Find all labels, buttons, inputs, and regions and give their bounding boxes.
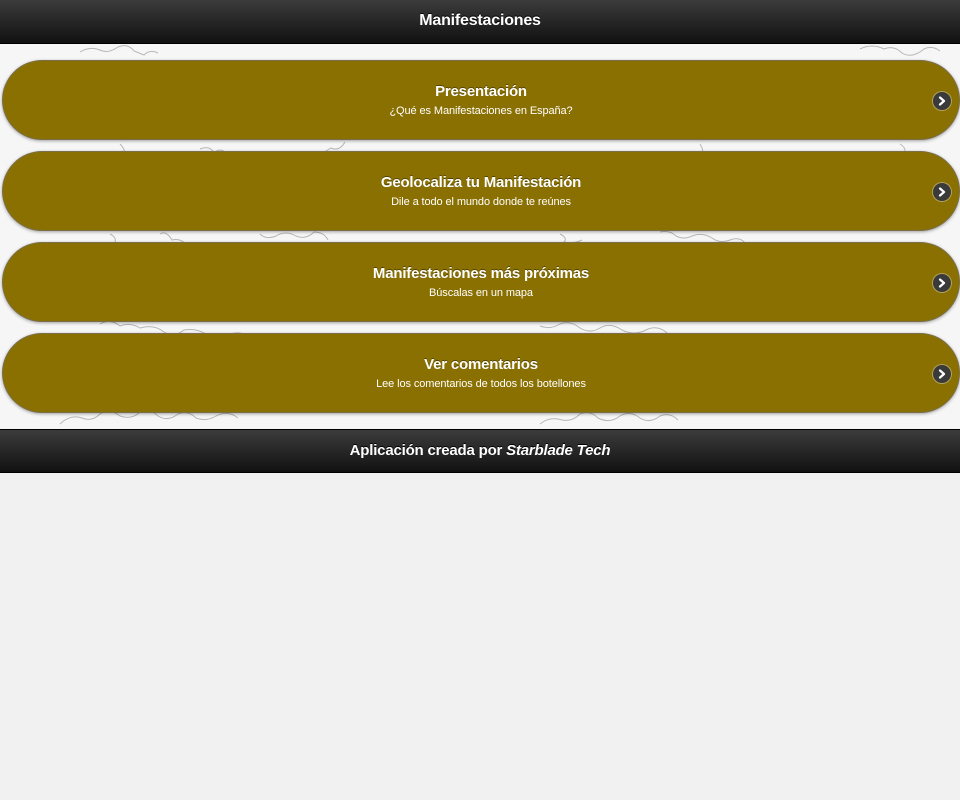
menu-item-subtitle: Dile a todo el mundo donde te reúnes <box>391 196 571 208</box>
chevron-right-icon <box>933 92 951 110</box>
menu-item-title: Presentación <box>435 83 527 100</box>
menu-item-geolocaliza[interactable]: Geolocaliza tu Manifestación Dile a todo… <box>2 151 960 231</box>
chevron-right-icon <box>933 274 951 292</box>
menu-item-subtitle: Búscalas en un mapa <box>429 287 533 299</box>
menu-item-title: Ver comentarios <box>424 356 538 373</box>
menu-item-title: Manifestaciones más próximas <box>372 265 590 282</box>
footer-credit-prefix: Aplicación creada por <box>349 442 507 459</box>
menu-item-presentacion[interactable]: Presentación ¿Qué es Manifestaciones en … <box>2 60 960 140</box>
menu-item-subtitle: ¿Qué es Manifestaciones en España? <box>389 105 573 117</box>
app-header: Manifestaciones <box>0 0 960 44</box>
chevron-right-icon <box>933 183 951 201</box>
menu-item-subtitle: Lee los comentarios de todos los botello… <box>376 378 586 390</box>
chevron-right-icon <box>933 365 951 383</box>
main-content: Presentación ¿Qué es Manifestaciones en … <box>0 44 960 429</box>
page-title: Manifestaciones <box>419 12 541 29</box>
menu-item-title: Geolocaliza tu Manifestación <box>380 174 582 191</box>
menu-item-proximas[interactable]: Manifestaciones más próximas Búscalas en… <box>2 242 960 322</box>
app-footer: Aplicación creada por Starblade Tech <box>0 429 960 473</box>
footer-brand: Starblade Tech <box>506 442 611 459</box>
menu-item-comentarios[interactable]: Ver comentarios Lee los comentarios de t… <box>2 333 960 413</box>
menu-list: Presentación ¿Qué es Manifestaciones en … <box>0 60 960 424</box>
